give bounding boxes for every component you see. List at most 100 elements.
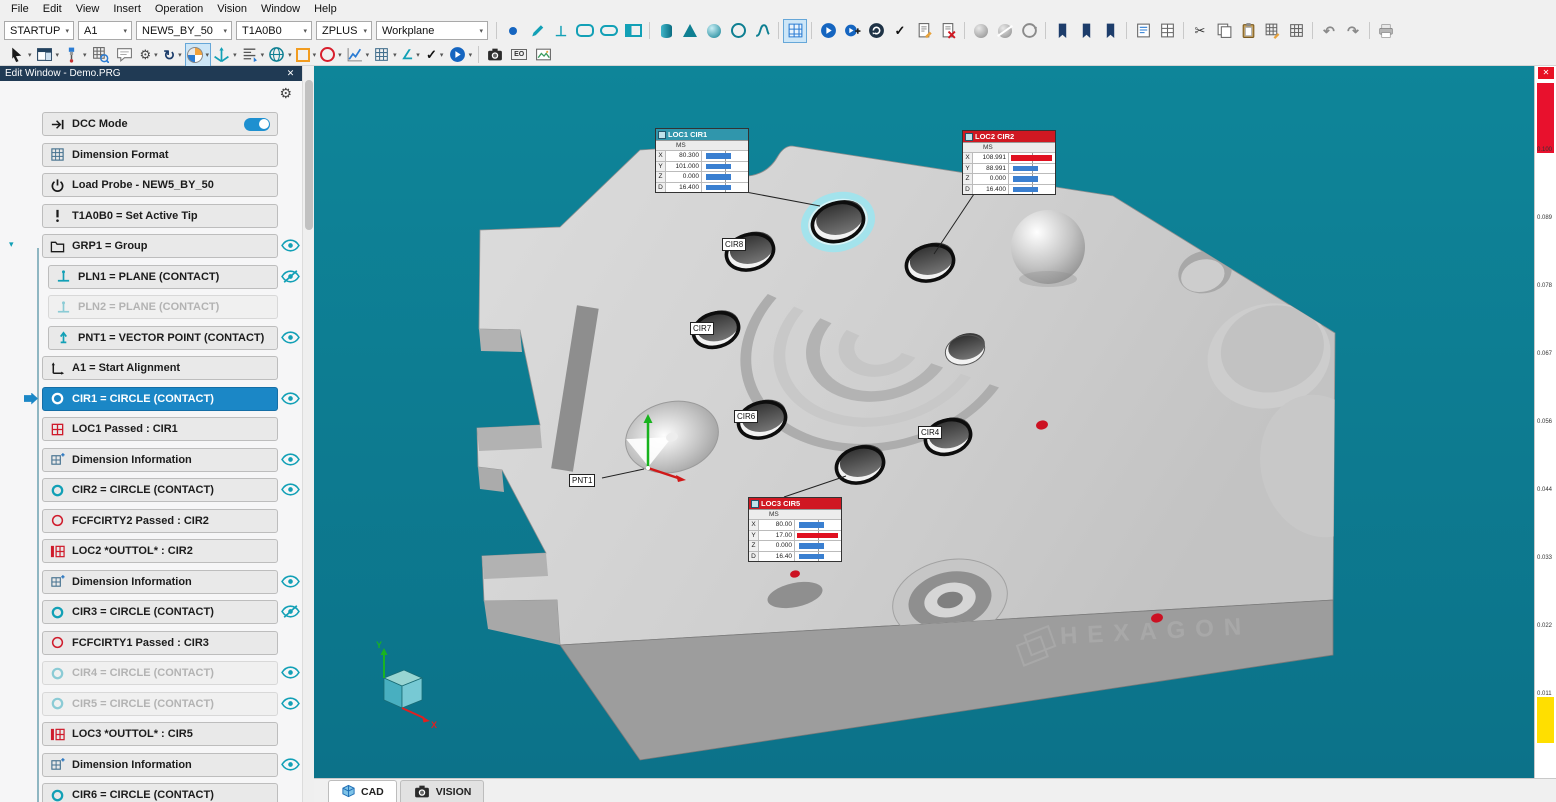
rounded-slot-icon[interactable]: [574, 20, 596, 42]
print-icon[interactable]: [1375, 20, 1397, 42]
camera-snapshot-icon[interactable]: [484, 44, 506, 66]
callout-loc2[interactable]: LOC2 CIR2MSX108.991Y88.991Z0.000D16.400: [962, 130, 1056, 195]
edit-window-scrollbar[interactable]: [302, 66, 314, 802]
circle-feature-icon[interactable]: [727, 20, 749, 42]
plane-tool-icon[interactable]: ▾: [295, 44, 318, 66]
ew-item-pln1-plane[interactable]: PLN1 = PLANE (CONTACT): [48, 265, 278, 289]
graph-analysis-icon[interactable]: ▾: [345, 44, 371, 66]
expander-icon[interactable]: ▾: [9, 240, 14, 249]
combo-active-tip[interactable]: T1A0B0▾: [236, 21, 312, 40]
tab-vision[interactable]: VISION: [400, 780, 485, 802]
ew-item-cir4-circle[interactable]: CIR4 = CIRCLE (CONTACT): [42, 661, 278, 685]
cut-icon[interactable]: ✂: [1189, 20, 1211, 42]
grid-tool-icon[interactable]: ▾: [372, 44, 398, 66]
copy-icon[interactable]: [1213, 20, 1235, 42]
confirm-check-icon[interactable]: ✓▾: [424, 44, 446, 66]
notch-feature-icon[interactable]: [622, 20, 644, 42]
cone-feature-icon[interactable]: [679, 20, 701, 42]
shaded-view-icon[interactable]: [970, 20, 992, 42]
ew-item-dimension-information-3[interactable]: Dimension Information: [42, 753, 278, 777]
menu-item-help[interactable]: Help: [307, 2, 344, 16]
combo-view[interactable]: Workplane▾: [376, 21, 488, 40]
image-capture-icon[interactable]: [532, 44, 554, 66]
execute-from-cursor-icon[interactable]: [841, 20, 863, 42]
report-grid-icon[interactable]: [1156, 20, 1178, 42]
menu-item-edit[interactable]: Edit: [36, 2, 69, 16]
array-grid-icon[interactable]: [1285, 20, 1307, 42]
undo-icon[interactable]: ↶: [1318, 20, 1340, 42]
ew-item-dimension-format[interactable]: Dimension Format: [42, 143, 278, 167]
ew-item-a1-start-alignment[interactable]: A1 = Start Alignment: [42, 356, 278, 380]
axes-mode-icon[interactable]: ▾: [212, 44, 238, 66]
probe-box-zoom-icon[interactable]: [90, 44, 112, 66]
paste-icon[interactable]: [1237, 20, 1259, 42]
menu-item-vision[interactable]: Vision: [210, 2, 254, 16]
close-icon[interactable]: ✕: [1538, 67, 1554, 79]
eye-icon[interactable]: [281, 666, 300, 680]
perpendicular-icon[interactable]: ⊥: [550, 20, 572, 42]
square-slot-icon[interactable]: [598, 20, 620, 42]
ew-item-dimension-information-2[interactable]: Dimension Information: [42, 570, 278, 594]
globe-surface-icon[interactable]: ▾: [267, 44, 293, 66]
probe-toggle-icon[interactable]: ▾: [62, 44, 88, 66]
sphere-feature-icon[interactable]: [703, 20, 725, 42]
ew-item-dcc-mode[interactable]: DCC Mode: [42, 112, 278, 136]
angle-tool-icon[interactable]: ∠▾: [400, 44, 422, 66]
ew-item-cir5-circle[interactable]: CIR5 = CIRCLE (CONTACT): [42, 692, 278, 716]
done-check-icon[interactable]: ✓: [889, 20, 911, 42]
edit-document-icon[interactable]: [913, 20, 935, 42]
combo-probe-file[interactable]: NEW5_BY_50▾: [136, 21, 232, 40]
ew-item-loc2-dimension[interactable]: LOC2 *OUTTOL* : CIR2: [42, 539, 278, 563]
bookmark-icon[interactable]: [1051, 20, 1073, 42]
execute-mini-icon[interactable]: ▾: [448, 44, 474, 66]
eye-icon[interactable]: [281, 575, 300, 589]
ew-item-pnt1-vector-point[interactable]: PNT1 = VECTOR POINT (CONTACT): [48, 326, 278, 350]
ew-item-loc3-dimension[interactable]: LOC3 *OUTTOL* : CIR5: [42, 722, 278, 746]
menu-item-insert[interactable]: Insert: [106, 2, 148, 16]
callout-loc1[interactable]: LOC1 CIR1MSX80.300Y101.000Z0.000D16.400: [655, 128, 749, 193]
execute-program-icon[interactable]: [817, 20, 839, 42]
circle-tool-icon[interactable]: ▾: [319, 44, 343, 66]
menu-item-view[interactable]: View: [69, 2, 107, 16]
combo-alignment[interactable]: A1▾: [78, 21, 132, 40]
close-icon[interactable]: ✕: [284, 68, 297, 79]
eye-icon[interactable]: [281, 758, 300, 772]
eye-slash-icon[interactable]: [281, 605, 300, 619]
rotate-view-icon[interactable]: ↻▾: [162, 44, 184, 66]
window-layout-icon[interactable]: ▾: [35, 44, 61, 66]
program-mode-cursor-icon[interactable]: ▾: [7, 44, 33, 66]
ew-item-pln2-plane[interactable]: PLN2 = PLANE (CONTACT): [48, 295, 278, 319]
cad-viewport[interactable]: Y X HEXAGON CIR8CIR7CIR6CIR4PNT1 LOC1 CI…: [314, 66, 1536, 778]
feature-list-icon[interactable]: ▾: [240, 44, 266, 66]
bookmark-add-icon[interactable]: [1075, 20, 1097, 42]
ew-item-dimension-information-1[interactable]: Dimension Information: [42, 448, 278, 472]
cylinder-feature-icon[interactable]: [655, 20, 677, 42]
ew-item-fcfcirty2-dimension[interactable]: FCFCIRTY2 Passed : CIR2: [42, 509, 278, 533]
pencil-edit-icon[interactable]: [526, 20, 548, 42]
report-list-icon[interactable]: [1132, 20, 1154, 42]
ew-item-set-active-tip[interactable]: T1A0B0 = Set Active Tip: [42, 204, 278, 228]
bookmark-remove-icon[interactable]: [1099, 20, 1121, 42]
eye-icon[interactable]: [281, 453, 300, 467]
ew-item-grp1-group[interactable]: GRP1 = Group: [42, 234, 278, 258]
ew-item-fcfcirty1-dimension[interactable]: FCFCIRTY1 Passed : CIR3: [42, 631, 278, 655]
eye-slash-icon[interactable]: [281, 270, 300, 284]
pattern-grid-icon[interactable]: [1261, 20, 1283, 42]
comment-icon[interactable]: [114, 44, 136, 66]
ew-item-cir3-circle[interactable]: CIR3 = CIRCLE (CONTACT): [42, 600, 278, 624]
eye-icon[interactable]: [281, 239, 300, 253]
rotate-view-icon[interactable]: [1018, 20, 1040, 42]
ew-item-cir1-circle[interactable]: CIR1 = CIRCLE (CONTACT): [42, 387, 278, 411]
curve-feature-icon[interactable]: [751, 20, 773, 42]
gear-icon[interactable]: ⚙: [279, 86, 292, 100]
redo-icon[interactable]: ↷: [1342, 20, 1364, 42]
ew-item-load-probe[interactable]: Load Probe - NEW5_BY_50: [42, 173, 278, 197]
eye-icon[interactable]: [281, 392, 300, 406]
edit-window-titlebar[interactable]: Edit Window - Demo.PRG ✕: [0, 66, 302, 81]
eye-icon[interactable]: [281, 331, 300, 345]
combo-workplane[interactable]: ZPLUS▾: [316, 21, 372, 40]
tab-cad[interactable]: CAD: [328, 780, 397, 802]
menu-item-window[interactable]: Window: [254, 2, 307, 16]
view-orientation-sphere-icon[interactable]: ▾: [186, 44, 211, 66]
scrollbar-thumb[interactable]: [305, 80, 313, 230]
